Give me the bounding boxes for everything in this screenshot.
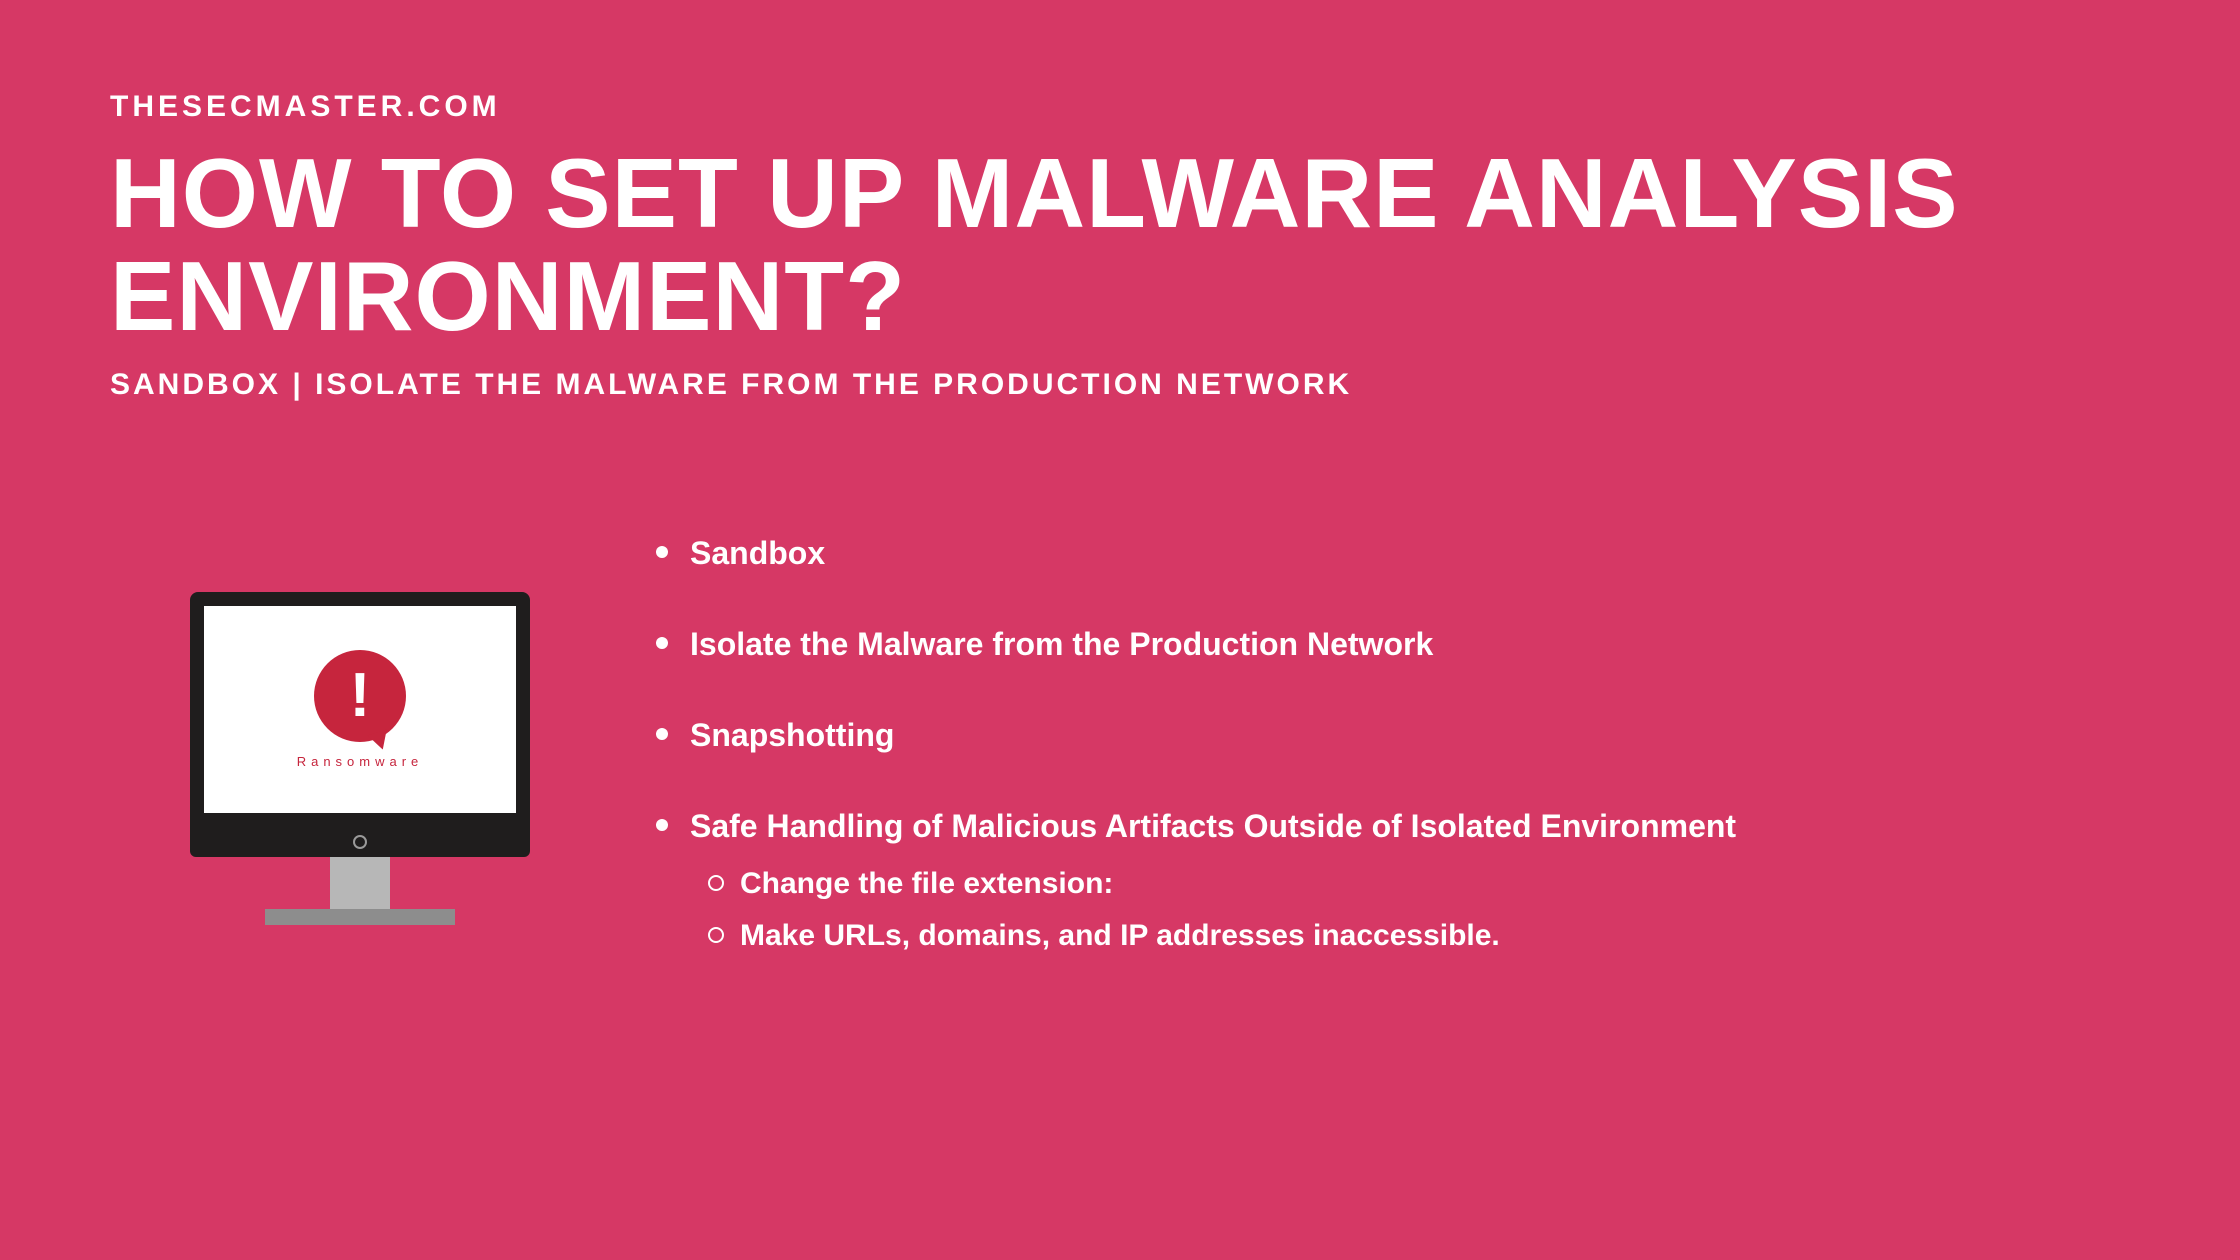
exclamation-icon: !: [350, 665, 371, 727]
list-item-text: Isolate the Malware from the Production …: [690, 626, 1433, 662]
list-item: Snapshotting: [650, 714, 2140, 757]
ransomware-label: Ransomware: [297, 754, 424, 769]
list-item: Sandbox: [650, 532, 2140, 575]
site-label: THESECMASTER.COM: [110, 90, 2140, 124]
sub-list-item-text: Change the file extension:: [740, 867, 1113, 900]
bullet-list-container: Sandbox Isolate the Malware from the Pro…: [610, 532, 2140, 1005]
alert-bubble-icon: !: [314, 650, 406, 742]
monitor-neck: [330, 857, 390, 909]
sub-list-item-text: Make URLs, domains, and IP addresses ina…: [740, 919, 1500, 952]
monitor-screen: ! Ransomware: [204, 606, 516, 813]
sub-list-item: Change the file extension:: [690, 863, 2140, 905]
list-item-text: Snapshotting: [690, 717, 894, 753]
monitor-icon: ! Ransomware: [190, 592, 530, 925]
content-row: ! Ransomware Sandbox Isolate the Malware…: [110, 532, 2140, 1005]
slide: THESECMASTER.COM HOW TO SET UP MALWARE A…: [0, 0, 2240, 1260]
monitor-base: [265, 909, 455, 925]
list-item: Isolate the Malware from the Production …: [650, 623, 2140, 666]
subtitle: SANDBOX | ISOLATE THE MALWARE FROM THE P…: [110, 368, 2140, 402]
sub-list-item: Make URLs, domains, and IP addresses ina…: [690, 915, 2140, 957]
bubble-tail-icon: [368, 729, 393, 752]
sub-bullet-list: Change the file extension: Make URLs, do…: [690, 863, 2140, 957]
page-title: HOW TO SET UP MALWARE ANALYSIS ENVIRONME…: [110, 142, 2140, 348]
bullet-list: Sandbox Isolate the Malware from the Pro…: [650, 532, 2140, 957]
monitor-chin: [190, 827, 530, 857]
power-icon: [353, 835, 367, 849]
list-item-text: Safe Handling of Malicious Artifacts Out…: [690, 808, 1736, 844]
monitor-illustration: ! Ransomware: [110, 532, 610, 925]
monitor-bezel: ! Ransomware: [190, 592, 530, 827]
list-item: Safe Handling of Malicious Artifacts Out…: [650, 805, 2140, 956]
list-item-text: Sandbox: [690, 535, 825, 571]
